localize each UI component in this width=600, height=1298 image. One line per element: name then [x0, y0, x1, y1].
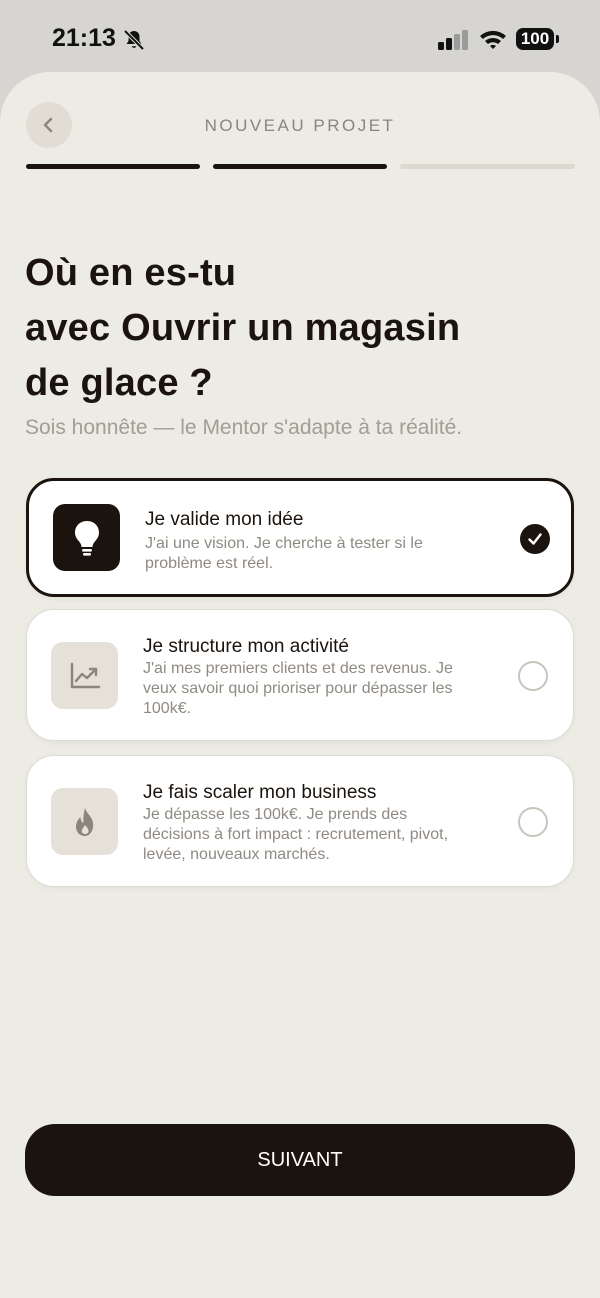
option-icon-tile — [53, 504, 120, 571]
status-bar: 21:13 100 — [0, 0, 600, 74]
bell-muted-icon — [123, 29, 145, 51]
cellular-signal-icon — [438, 30, 468, 50]
option-icon-tile — [51, 642, 118, 709]
next-button[interactable]: SUIVANT — [25, 1124, 575, 1196]
option-card-scale-business[interactable]: Je fais scaler mon business Je dépasse l… — [26, 755, 574, 887]
radio-circle[interactable] — [518, 661, 548, 691]
battery-nub — [556, 35, 559, 43]
radio-circle[interactable] — [518, 807, 548, 837]
option-title: Je structure mon activité — [143, 636, 349, 657]
option-card-validate-idea[interactable]: Je valide mon idée J'ai une vision. Je c… — [26, 478, 574, 597]
screen-title: NOUVEAU PROJET — [204, 116, 396, 135]
option-description: Je dépasse les 100k€. Je prends des déci… — [143, 806, 449, 863]
flame-icon — [75, 807, 93, 836]
step-progress-bar — [26, 164, 575, 169]
question-subtitle: Sois honnête — le Mentor s'adapte à ta r… — [25, 416, 463, 439]
onboarding-sheet: NOUVEAU PROJET Où en es-tu avec Ouvrir u… — [0, 72, 600, 1298]
question-headline: Où en es-tu avec Ouvrir un magasin de gl… — [25, 252, 461, 404]
wifi-icon — [480, 30, 506, 49]
option-title: Je fais scaler mon business — [143, 782, 377, 803]
checkmark-icon — [528, 533, 542, 545]
lightbulb-icon — [74, 520, 99, 556]
status-time: 21:13 — [52, 24, 116, 52]
option-title: Je valide mon idée — [145, 509, 304, 530]
battery-indicator: 100 — [516, 28, 554, 50]
progress-segment-2 — [213, 164, 387, 169]
progress-segment-3 — [400, 164, 575, 169]
chart-trend-icon — [70, 662, 100, 688]
option-icon-tile — [51, 788, 118, 855]
option-description: J'ai une vision. Je cherche à tester si … — [145, 535, 423, 572]
option-description: J'ai mes premiers clients et des revenus… — [143, 660, 453, 717]
option-card-structure-activity[interactable]: Je structure mon activité J'ai mes premi… — [26, 609, 574, 741]
progress-segment-1 — [26, 164, 200, 169]
radio-check[interactable] — [520, 524, 550, 554]
